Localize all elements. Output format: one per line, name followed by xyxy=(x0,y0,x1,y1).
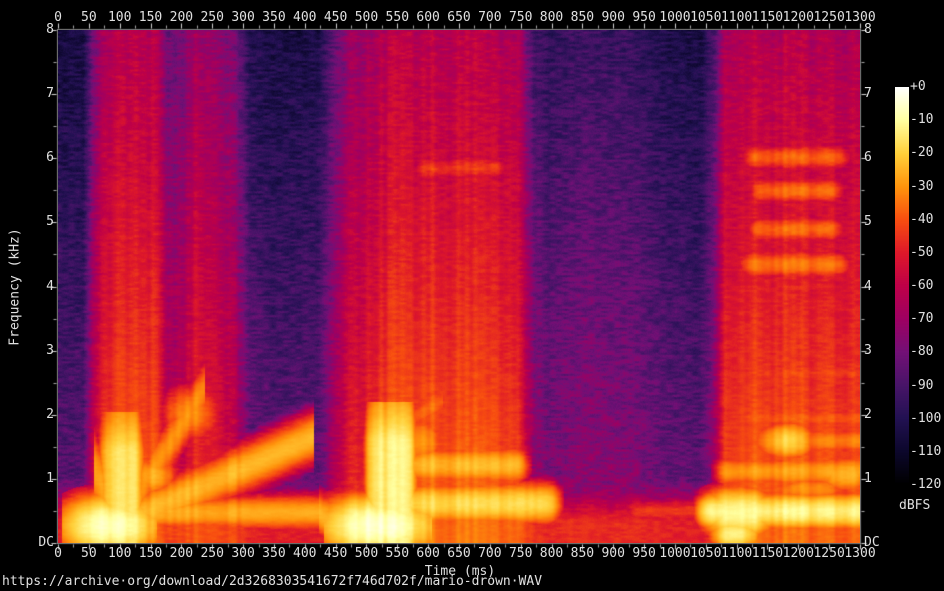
x-tick-label-bottom: 1300 xyxy=(828,547,892,561)
y-tick-label-right: DC xyxy=(864,536,880,550)
colorbar-tick-label: -50 xyxy=(910,246,933,260)
y-tick-label-right: 2 xyxy=(864,408,872,422)
y-tick-label-left: 7 xyxy=(14,87,54,101)
colorbar-tick-label: -120 xyxy=(910,478,941,492)
y-axis-title: Frequency (kHz) xyxy=(8,228,23,345)
colorbar-tick-label: -60 xyxy=(910,279,933,293)
y-tick-label-right: 3 xyxy=(864,344,872,358)
colorbar-tick-label: -90 xyxy=(910,379,933,393)
y-tick-label-right: 5 xyxy=(864,215,872,229)
colorbar-tick-label: -40 xyxy=(910,213,933,227)
colorbar-tick-label: -80 xyxy=(910,345,933,359)
y-tick-label-left: 2 xyxy=(14,408,54,422)
colorbar-tick-label: -110 xyxy=(910,445,941,459)
colorbar-tick-label: -100 xyxy=(910,412,941,426)
y-tick-label-right: 4 xyxy=(864,280,872,294)
spectrogram-figure: 0050501001001501502002002502503003003503… xyxy=(0,0,944,591)
spectrogram-canvas xyxy=(58,30,860,543)
y-tick-label-left: DC xyxy=(14,536,54,550)
colorbar-tick-label: -70 xyxy=(910,312,933,326)
colorbar-title: dBFS xyxy=(899,498,930,513)
colorbar-gradient xyxy=(895,87,909,485)
y-tick-label-left: 6 xyxy=(14,151,54,165)
colorbar-tick-label: -20 xyxy=(910,146,933,160)
y-tick-label-right: 6 xyxy=(864,151,872,165)
y-tick-label-right: 8 xyxy=(864,23,872,37)
y-tick-label-left: 1 xyxy=(14,472,54,486)
colorbar-tick-label: +0 xyxy=(910,80,926,94)
x-tick-label-top: 1300 xyxy=(828,11,892,25)
source-url: https://archive·org/download/2d326830354… xyxy=(2,574,542,589)
y-tick-label-right: 1 xyxy=(864,472,872,486)
y-tick-label-left: 5 xyxy=(14,215,54,229)
y-tick-label-left: 3 xyxy=(14,344,54,358)
y-tick-label-right: 7 xyxy=(864,87,872,101)
colorbar-tick-label: -30 xyxy=(910,180,933,194)
y-tick-label-left: 8 xyxy=(14,23,54,37)
colorbar-tick-label: -10 xyxy=(910,113,933,127)
